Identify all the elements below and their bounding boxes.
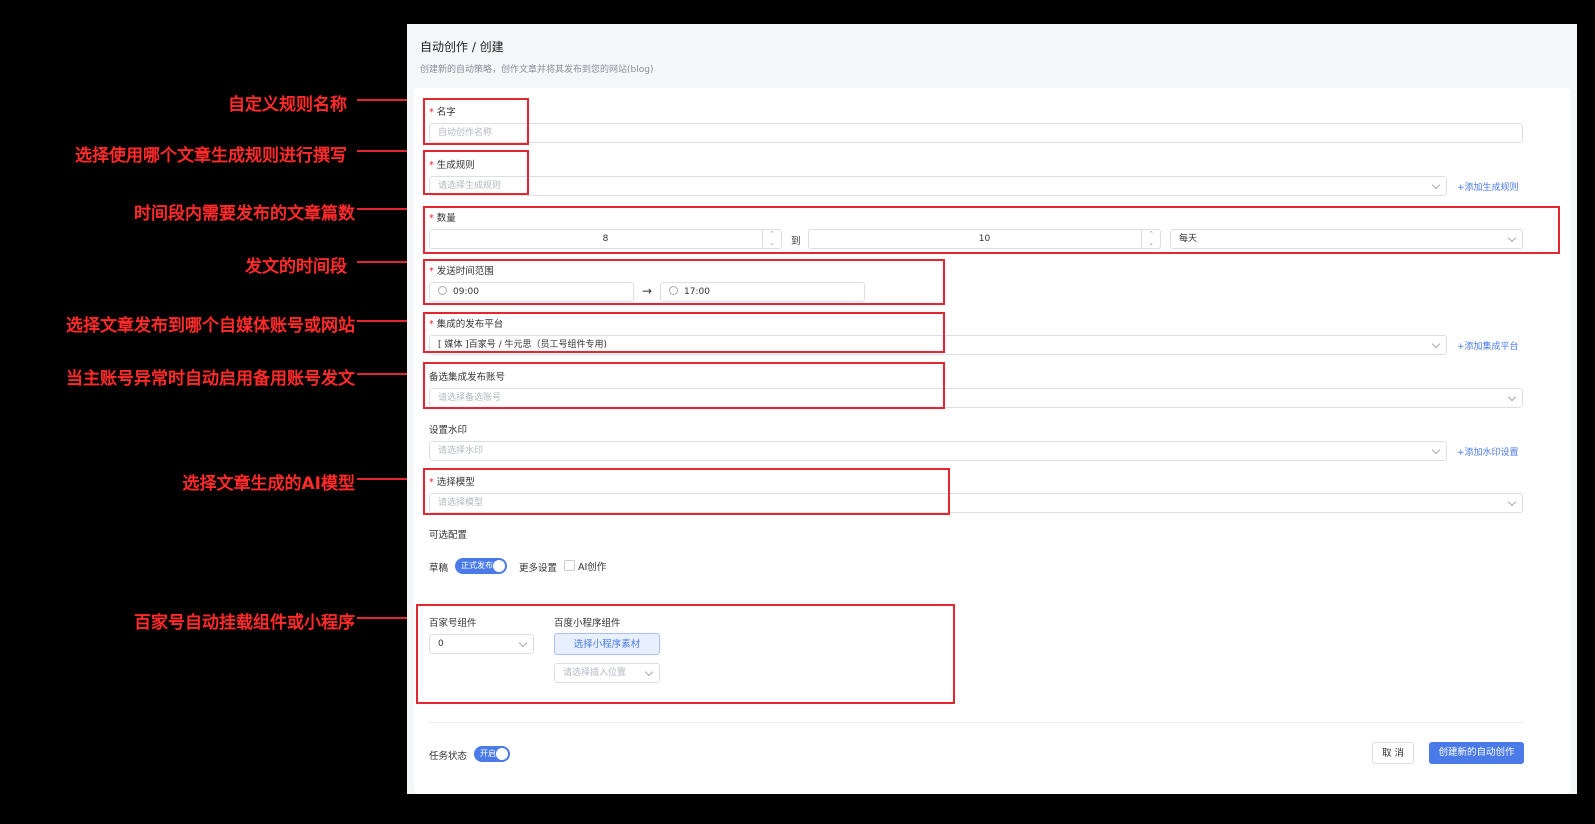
annotation-time: 发文的时间段: [245, 257, 347, 277]
add-rule-link[interactable]: +添加生成规则: [1457, 180, 1519, 193]
page-subtitle: 创建新的自动策略，创作文章并将其发布到您的网站(blog): [420, 65, 654, 75]
highlight-box-backup: [423, 362, 945, 409]
highlight-box-model: [423, 468, 950, 515]
watermark-select[interactable]: 请选择水印: [429, 441, 1447, 461]
highlight-box-quantity: [423, 206, 1560, 254]
optional-config-label: 可选配置: [429, 530, 468, 541]
cancel-button[interactable]: 取 消: [1372, 742, 1414, 764]
add-platform-link[interactable]: +添加集成平台: [1457, 339, 1519, 352]
annotation-backup: 当主账号异常时自动启用备用账号发文: [66, 369, 355, 389]
annotation-rule: 选择使用哪个文章生成规则进行撰写: [75, 146, 347, 166]
publish-toggle[interactable]: 正式发布: [455, 558, 507, 574]
watermark-label: 设置水印: [429, 425, 468, 436]
chevron-down-icon: [1431, 339, 1441, 349]
divider: [429, 722, 1523, 723]
chevron-down-icon: [1431, 180, 1441, 190]
chevron-down-icon: [1431, 445, 1441, 455]
create-button[interactable]: 创建新的自动创作: [1429, 742, 1524, 764]
highlight-box-time: [423, 259, 945, 305]
chevron-down-icon: [1507, 497, 1517, 507]
ai-create-label: AI创作: [578, 562, 607, 573]
annotation-quantity: 时间段内需要发布的文章篇数: [134, 204, 355, 224]
annotation-name: 自定义规则名称: [228, 95, 347, 115]
more-settings-label: 更多设置: [519, 563, 558, 574]
task-status-toggle[interactable]: 开启: [474, 746, 510, 762]
page-title: 自动创作 / 创建: [420, 40, 504, 54]
annotation-component: 百家号自动挂载组件或小程序: [134, 613, 355, 633]
highlight-box-components: [416, 604, 955, 704]
annotation-platform: 选择文章发布到哪个自媒体账号或网站: [66, 316, 355, 336]
name-input[interactable]: 自动创作名称: [429, 123, 1523, 143]
chevron-down-icon: [1507, 392, 1517, 402]
ai-create-checkbox[interactable]: [564, 560, 575, 571]
highlight-box-platform: [423, 312, 945, 353]
draft-label: 草稿: [429, 563, 449, 574]
highlight-box-rule: [423, 150, 529, 195]
task-status-label: 任务状态: [429, 751, 468, 762]
rule-select[interactable]: 请选择生成规则: [429, 176, 1447, 196]
highlight-box-name: [423, 98, 529, 145]
add-watermark-link[interactable]: +添加水印设置: [1457, 445, 1519, 458]
annotation-model: 选择文章生成的AI模型: [182, 474, 355, 494]
